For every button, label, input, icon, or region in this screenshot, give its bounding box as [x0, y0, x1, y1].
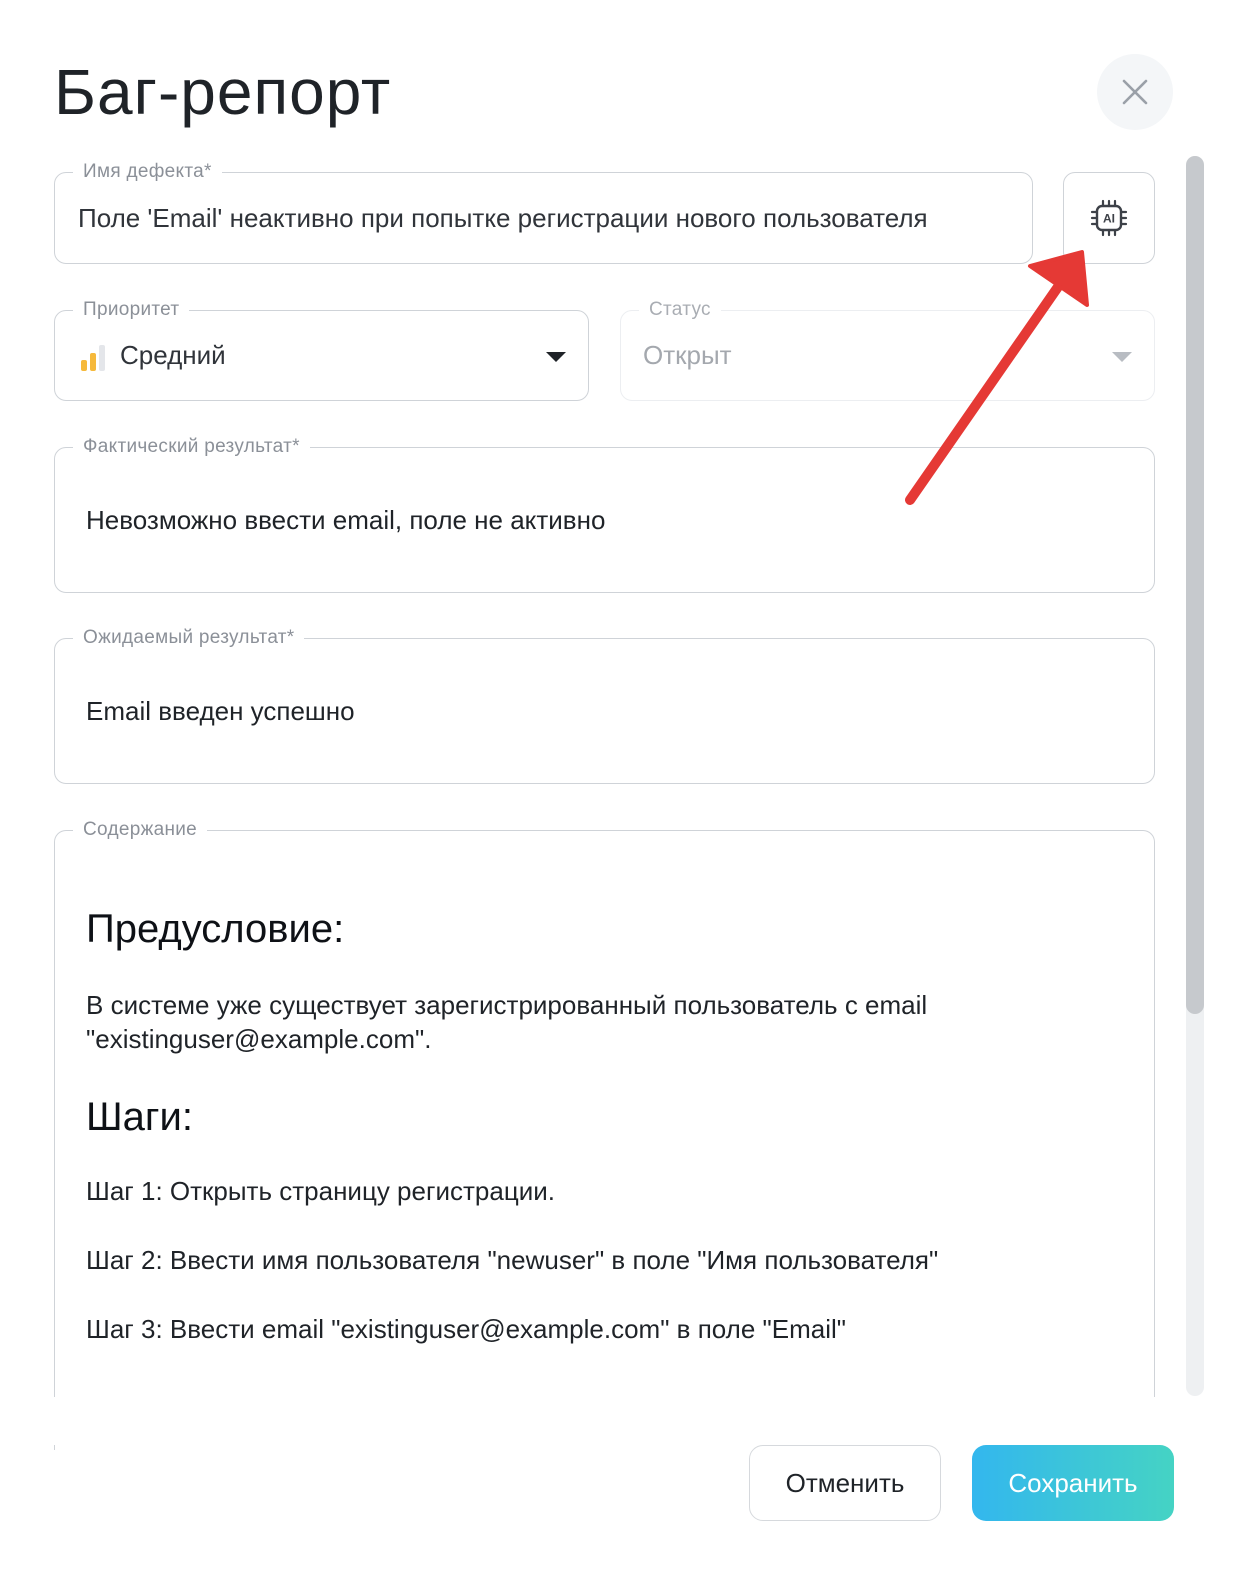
defect-name-field[interactable]: Имя дефекта* Поле 'Email' неактивно при …: [54, 159, 1033, 264]
dialog-title: Баг-репорт: [54, 56, 392, 128]
svg-text:AI: AI: [1103, 212, 1115, 226]
chevron-down-icon: [546, 352, 566, 362]
priority-medium-bars-icon: [81, 345, 105, 371]
step-item: Шаг 3: Ввести email "existinguser@exampl…: [86, 1314, 846, 1344]
step-item: Шаг 1: Открыть страницу регистрации.: [86, 1176, 555, 1206]
priority-select[interactable]: Приоритет Средний: [54, 297, 589, 401]
status-label: Статус: [639, 297, 721, 323]
precondition-text-line2: "existinguser@example.com".: [86, 1024, 432, 1054]
precondition-heading: Предусловие:: [86, 907, 345, 951]
actual-result-label: Фактический результат*: [73, 434, 310, 460]
save-button[interactable]: Сохранить: [972, 1445, 1174, 1521]
expected-result-field[interactable]: Ожидаемый результат* Email введен успешн…: [54, 625, 1155, 784]
defect-name-input[interactable]: Поле 'Email' неактивно при попытке регис…: [78, 201, 928, 235]
defect-name-label: Имя дефекта*: [73, 159, 222, 185]
step-item: Шаг 2: Ввести имя пользователя "newuser"…: [86, 1245, 939, 1275]
status-value: Открыт: [643, 340, 732, 370]
ai-chip-icon: AI: [1090, 199, 1128, 237]
content-label: Содержание: [73, 817, 208, 843]
close-icon: [1122, 79, 1148, 105]
ai-generate-button[interactable]: AI: [1063, 172, 1155, 264]
status-select: Статус Открыт: [620, 297, 1155, 401]
actual-result-field[interactable]: Фактический результат* Невозможно ввести…: [54, 434, 1155, 593]
scrollbar-track[interactable]: [1186, 156, 1204, 1396]
cancel-button[interactable]: Отменить: [749, 1445, 941, 1521]
steps-heading: Шаги:: [86, 1095, 193, 1139]
close-button[interactable]: [1097, 54, 1173, 130]
priority-value: Средний: [120, 340, 226, 370]
scrollbar-thumb[interactable]: [1186, 156, 1204, 1014]
chevron-down-icon: [1112, 352, 1132, 362]
expected-result-label: Ожидаемый результат*: [73, 625, 305, 651]
content-clip-mask: [40, 1397, 1180, 1445]
content-editor[interactable]: Содержание Предусловие: В системе уже су…: [54, 817, 1155, 1450]
priority-label: Приоритет: [73, 297, 190, 323]
actual-result-textarea[interactable]: Невозможно ввести email, поле не активно: [86, 503, 605, 537]
expected-result-textarea[interactable]: Email введен успешно: [86, 694, 355, 728]
bug-report-dialog: Баг-репорт Имя дефекта* Поле 'Email' неа…: [0, 0, 1234, 1580]
precondition-text-line1: В системе уже существует зарегистрирован…: [86, 990, 928, 1020]
